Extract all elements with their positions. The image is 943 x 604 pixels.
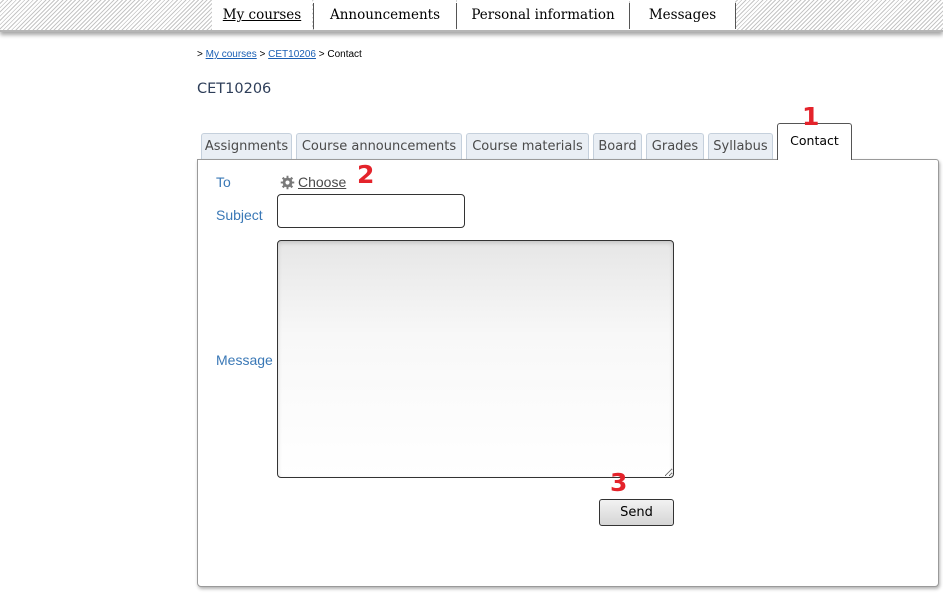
message-textarea[interactable] [277, 240, 674, 478]
breadcrumb-prefix: > [197, 49, 203, 60]
send-button[interactable]: Send [599, 499, 674, 526]
annotation-marker-3: 3 [610, 468, 628, 497]
annotation-marker-1: 1 [802, 102, 820, 131]
breadcrumb-current: Contact [327, 49, 362, 60]
tab-board[interactable]: Board [593, 133, 642, 159]
nav-personal-information[interactable]: Personal information [457, 0, 629, 30]
annotation-marker-2: 2 [357, 160, 375, 189]
to-label: To [216, 174, 231, 190]
breadcrumb-separator: > [259, 49, 266, 60]
tab-grades[interactable]: Grades [646, 133, 704, 159]
nav-my-courses[interactable]: My courses [212, 0, 312, 30]
nav-announcements[interactable]: Announcements [314, 0, 456, 30]
top-navigation-bar: My courses Announcements Personal inform… [0, 0, 943, 32]
gear-icon [280, 175, 295, 190]
breadcrumb: > My courses > CET10206 > Contact [197, 49, 362, 60]
breadcrumb-link-my-courses[interactable]: My courses [206, 49, 257, 60]
breadcrumb-link-course[interactable]: CET10206 [268, 49, 316, 60]
message-label: Message [216, 352, 273, 368]
tab-course-materials[interactable]: Course materials [466, 133, 589, 159]
choose-recipient-link[interactable]: Choose [280, 174, 346, 190]
tab-course-announcements[interactable]: Course announcements [296, 133, 462, 159]
breadcrumb-separator: > [318, 49, 325, 60]
subject-input[interactable] [277, 194, 465, 228]
tab-syllabus[interactable]: Syllabus [708, 133, 773, 159]
subject-label: Subject [216, 207, 263, 223]
choose-label: Choose [298, 174, 347, 190]
course-title: CET10206 [197, 81, 272, 97]
tab-assignments[interactable]: Assignments [201, 133, 292, 159]
nav-divider [735, 3, 736, 29]
nav-messages[interactable]: Messages [630, 0, 735, 30]
